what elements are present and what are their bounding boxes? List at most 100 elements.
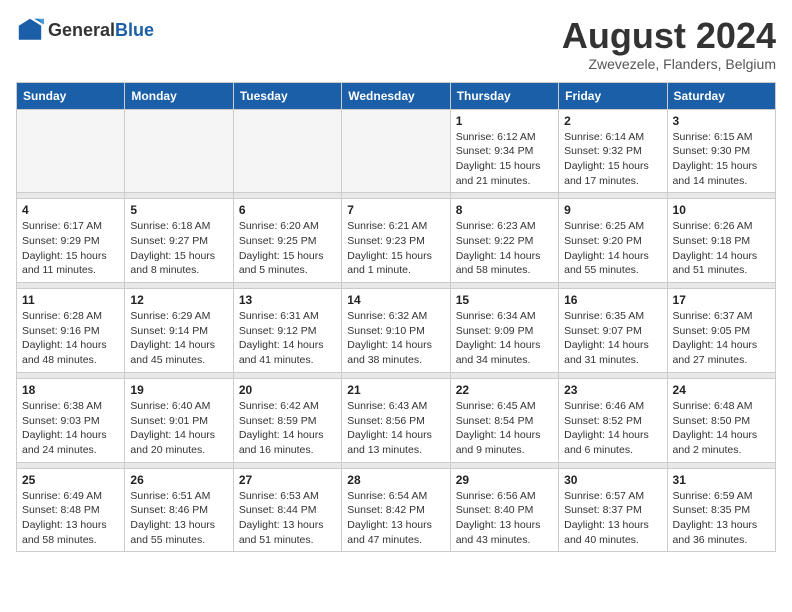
cell-info: Sunrise: 6:38 AMSunset: 9:03 PMDaylight:…: [22, 399, 119, 458]
cell-info: Sunrise: 6:53 AMSunset: 8:44 PMDaylight:…: [239, 489, 336, 548]
col-sunday: Sunday: [17, 82, 125, 109]
cell-info: Sunrise: 6:32 AMSunset: 9:10 PMDaylight:…: [347, 309, 444, 368]
table-cell: 27 Sunrise: 6:53 AMSunset: 8:44 PMDayligh…: [233, 468, 341, 552]
table-cell: 20 Sunrise: 6:42 AMSunset: 8:59 PMDayligh…: [233, 378, 341, 462]
cell-date: 6: [239, 203, 336, 217]
cell-info: Sunrise: 6:31 AMSunset: 9:12 PMDaylight:…: [239, 309, 336, 368]
cell-info: Sunrise: 6:54 AMSunset: 8:42 PMDaylight:…: [347, 489, 444, 548]
cell-date: 9: [564, 203, 661, 217]
table-cell: [233, 109, 341, 193]
cell-date: 1: [456, 114, 553, 128]
cell-date: 30: [564, 473, 661, 487]
cell-date: 27: [239, 473, 336, 487]
table-cell: 30 Sunrise: 6:57 AMSunset: 8:37 PMDayligh…: [559, 468, 667, 552]
cell-date: 26: [130, 473, 227, 487]
table-cell: 6 Sunrise: 6:20 AMSunset: 9:25 PMDaylight…: [233, 199, 341, 283]
cell-date: 21: [347, 383, 444, 397]
calendar: Sunday Monday Tuesday Wednesday Thursday…: [16, 82, 776, 553]
table-cell: [125, 109, 233, 193]
table-cell: 11 Sunrise: 6:28 AMSunset: 9:16 PMDayligh…: [17, 289, 125, 373]
table-cell: 29Sunrise: 6:56 AMSunset: 8:40 PMDayligh…: [450, 468, 558, 552]
cell-date: 17: [673, 293, 770, 307]
cell-date: 4: [22, 203, 119, 217]
cell-date: 11: [22, 293, 119, 307]
cell-info: Sunrise: 6:25 AMSunset: 9:20 PMDaylight:…: [564, 219, 661, 278]
cell-date: 20: [239, 383, 336, 397]
table-cell: 31Sunrise: 6:59 AMSunset: 8:35 PMDayligh…: [667, 468, 775, 552]
table-cell: 18Sunrise: 6:38 AMSunset: 9:03 PMDayligh…: [17, 378, 125, 462]
table-cell: 2Sunrise: 6:14 AMSunset: 9:32 PMDaylight…: [559, 109, 667, 193]
col-wednesday: Wednesday: [342, 82, 450, 109]
cell-date: 25: [22, 473, 119, 487]
table-cell: 9 Sunrise: 6:25 AMSunset: 9:20 PMDaylight…: [559, 199, 667, 283]
table-cell: 17 Sunrise: 6:37 AMSunset: 9:05 PMDayligh…: [667, 289, 775, 373]
title-block: August 2024 Zwevezele, Flanders, Belgium: [562, 16, 776, 72]
cell-date: 28: [347, 473, 444, 487]
table-cell: 15 Sunrise: 6:34 AMSunset: 9:09 PMDayligh…: [450, 289, 558, 373]
main-title: August 2024: [562, 16, 776, 56]
calendar-header-row: Sunday Monday Tuesday Wednesday Thursday…: [17, 82, 776, 109]
col-saturday: Saturday: [667, 82, 775, 109]
cell-date: 22: [456, 383, 553, 397]
cell-info: Sunrise: 6:48 AMSunset: 8:50 PMDaylight:…: [673, 399, 770, 458]
week-row-1: 1 Sunrise: 6:12 AMSunset: 9:34 PMDaylight…: [17, 109, 776, 193]
table-cell: 5 Sunrise: 6:18 AMSunset: 9:27 PMDaylight…: [125, 199, 233, 283]
cell-info: Sunrise: 6:49 AMSunset: 8:48 PMDaylight:…: [22, 489, 119, 548]
cell-date: 3: [673, 114, 770, 128]
cell-info: Sunrise: 6:18 AMSunset: 9:27 PMDaylight:…: [130, 219, 227, 278]
cell-info: Sunrise: 6:26 AMSunset: 9:18 PMDaylight:…: [673, 219, 770, 278]
table-cell: 1 Sunrise: 6:12 AMSunset: 9:34 PMDaylight…: [450, 109, 558, 193]
cell-date: 15: [456, 293, 553, 307]
table-cell: 23 Sunrise: 6:46 AMSunset: 8:52 PMDayligh…: [559, 378, 667, 462]
logo-icon: [16, 16, 44, 44]
table-cell: 26 Sunrise: 6:51 AMSunset: 8:46 PMDayligh…: [125, 468, 233, 552]
cell-info: Sunrise: 6:12 AMSunset: 9:34 PMDaylight:…: [456, 130, 553, 189]
table-cell: 12Sunrise: 6:29 AMSunset: 9:14 PMDayligh…: [125, 289, 233, 373]
cell-date: 14: [347, 293, 444, 307]
table-cell: 3 Sunrise: 6:15 AMSunset: 9:30 PMDaylight…: [667, 109, 775, 193]
cell-date: 8: [456, 203, 553, 217]
week-row-2: 4 Sunrise: 6:17 AMSunset: 9:29 PMDaylight…: [17, 199, 776, 283]
cell-info: Sunrise: 6:40 AMSunset: 9:01 PMDaylight:…: [130, 399, 227, 458]
cell-info: Sunrise: 6:23 AMSunset: 9:22 PMDaylight:…: [456, 219, 553, 278]
cell-date: 23: [564, 383, 661, 397]
table-cell: 4 Sunrise: 6:17 AMSunset: 9:29 PMDaylight…: [17, 199, 125, 283]
table-cell: 14 Sunrise: 6:32 AMSunset: 9:10 PMDayligh…: [342, 289, 450, 373]
cell-date: 19: [130, 383, 227, 397]
cell-date: 16: [564, 293, 661, 307]
table-cell: 22 Sunrise: 6:45 AMSunset: 8:54 PMDayligh…: [450, 378, 558, 462]
cell-info: Sunrise: 6:43 AMSunset: 8:56 PMDaylight:…: [347, 399, 444, 458]
cell-info: Sunrise: 6:34 AMSunset: 9:09 PMDaylight:…: [456, 309, 553, 368]
cell-info: Sunrise: 6:29 AMSunset: 9:14 PMDaylight:…: [130, 309, 227, 368]
cell-date: 24: [673, 383, 770, 397]
table-cell: 28 Sunrise: 6:54 AMSunset: 8:42 PMDayligh…: [342, 468, 450, 552]
week-row-5: 25 Sunrise: 6:49 AMSunset: 8:48 PMDayligh…: [17, 468, 776, 552]
table-cell: 24 Sunrise: 6:48 AMSunset: 8:50 PMDayligh…: [667, 378, 775, 462]
cell-info: Sunrise: 6:57 AMSunset: 8:37 PMDaylight:…: [564, 489, 661, 548]
cell-info: Sunrise: 6:56 AMSunset: 8:40 PMDaylight:…: [456, 489, 553, 548]
cell-info: Sunrise: 6:51 AMSunset: 8:46 PMDaylight:…: [130, 489, 227, 548]
cell-info: Sunrise: 6:28 AMSunset: 9:16 PMDaylight:…: [22, 309, 119, 368]
cell-info: Sunrise: 6:46 AMSunset: 8:52 PMDaylight:…: [564, 399, 661, 458]
table-cell: 25 Sunrise: 6:49 AMSunset: 8:48 PMDayligh…: [17, 468, 125, 552]
table-cell: 19 Sunrise: 6:40 AMSunset: 9:01 PMDayligh…: [125, 378, 233, 462]
cell-info: Sunrise: 6:37 AMSunset: 9:05 PMDaylight:…: [673, 309, 770, 368]
cell-info: Sunrise: 6:42 AMSunset: 8:59 PMDaylight:…: [239, 399, 336, 458]
table-cell: [17, 109, 125, 193]
cell-info: Sunrise: 6:21 AMSunset: 9:23 PMDaylight:…: [347, 219, 444, 278]
cell-date: 31: [673, 473, 770, 487]
week-row-4: 18Sunrise: 6:38 AMSunset: 9:03 PMDayligh…: [17, 378, 776, 462]
cell-date: 7: [347, 203, 444, 217]
cell-info: Sunrise: 6:14 AMSunset: 9:32 PMDaylight:…: [564, 130, 661, 189]
table-cell: 13 Sunrise: 6:31 AMSunset: 9:12 PMDayligh…: [233, 289, 341, 373]
table-cell: 8 Sunrise: 6:23 AMSunset: 9:22 PMDaylight…: [450, 199, 558, 283]
cell-info: Sunrise: 6:20 AMSunset: 9:25 PMDaylight:…: [239, 219, 336, 278]
page-header: GeneralBlue August 2024 Zwevezele, Fland…: [16, 16, 776, 72]
cell-date: 5: [130, 203, 227, 217]
cell-date: 13: [239, 293, 336, 307]
cell-info: Sunrise: 6:17 AMSunset: 9:29 PMDaylight:…: [22, 219, 119, 278]
cell-info: Sunrise: 6:15 AMSunset: 9:30 PMDaylight:…: [673, 130, 770, 189]
cell-info: Sunrise: 6:45 AMSunset: 8:54 PMDaylight:…: [456, 399, 553, 458]
logo-text-blue: Blue: [115, 20, 154, 40]
table-cell: [342, 109, 450, 193]
